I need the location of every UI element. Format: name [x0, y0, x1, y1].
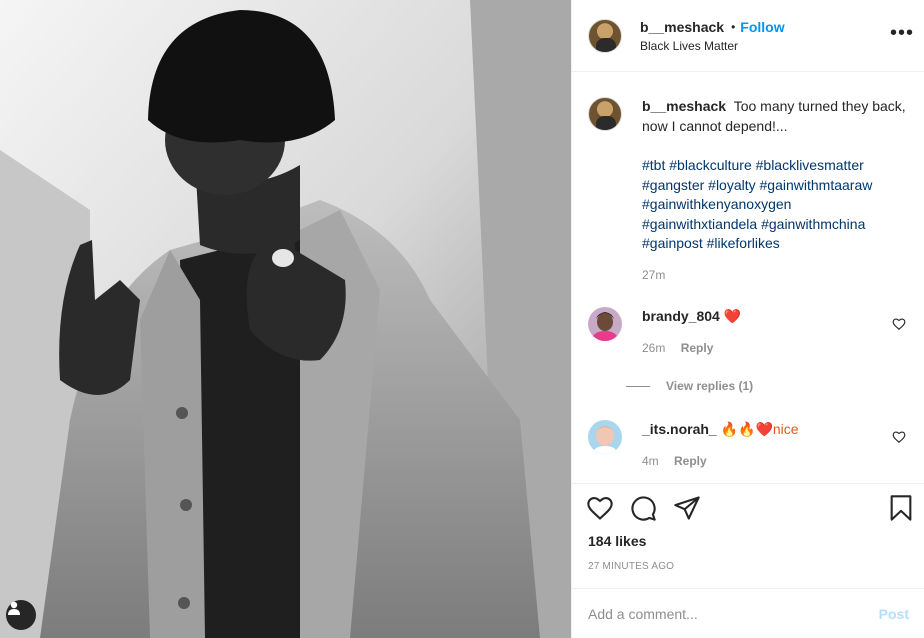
brandy-avatar-image	[588, 307, 622, 341]
view-replies-label: View replies (1)	[666, 379, 754, 393]
comment-body: brandy_804 ❤️ 26m Reply	[642, 307, 908, 357]
comment-icon	[631, 496, 656, 521]
caption-author[interactable]: b__meshack	[642, 98, 726, 114]
hashtag-line[interactable]: #gainpost #likeforlikes	[642, 234, 908, 254]
caption-block: b__meshack Too many turned they back, no…	[588, 97, 908, 285]
comment-time[interactable]: 26m	[642, 341, 665, 355]
like-comment-button[interactable]	[892, 317, 906, 336]
like-button[interactable]	[586, 494, 614, 527]
follow-button[interactable]: Follow	[740, 19, 784, 35]
caption-meta: 27m	[642, 266, 908, 286]
save-button[interactable]	[887, 494, 915, 527]
caption-body: b__meshack Too many turned they back, no…	[642, 97, 908, 285]
user-icon	[8, 601, 20, 615]
caption-time[interactable]: 27m	[642, 268, 665, 282]
hashtag-line[interactable]: #gangster #loyalty #gainwithmtaaraw	[642, 176, 908, 196]
post-comment-button[interactable]: Post	[879, 606, 909, 622]
hashtag-line[interactable]: #tbt #blackculture #blacklivesmatter	[642, 156, 908, 176]
commenter-username[interactable]: _its.norah_	[642, 421, 717, 437]
heart-outline-icon	[892, 431, 906, 444]
share-button[interactable]	[673, 494, 701, 527]
comment-item: _its.norah_ 🔥🔥❤️nice 4m Reply	[588, 420, 908, 468]
comment-button[interactable]	[629, 494, 657, 527]
comment-body: _its.norah_ 🔥🔥❤️nice 4m Reply	[642, 420, 908, 470]
view-replies-button[interactable]: View replies (1)	[626, 379, 753, 393]
comments-list[interactable]: b__meshack Too many turned they back, no…	[572, 73, 924, 483]
caption-author-avatar[interactable]	[588, 97, 622, 131]
commenter-username[interactable]: brandy_804	[642, 308, 720, 324]
post-side-panel: b__meshack • Follow Black Lives Matter •…	[571, 0, 924, 638]
action-icons	[586, 494, 916, 526]
more-options-icon[interactable]: •••	[890, 22, 914, 45]
add-comment-input[interactable]	[588, 606, 871, 622]
share-icon	[674, 496, 700, 520]
header-row: b__meshack • Follow	[640, 19, 785, 35]
likes-count[interactable]: 184 likes	[588, 533, 646, 549]
separator-dot: •	[731, 19, 736, 34]
comment-text: 🔥🔥❤️nice	[720, 421, 799, 437]
comment-composer: Post	[572, 588, 924, 638]
norah-avatar-image	[588, 420, 622, 454]
comment-time[interactable]: 4m	[642, 454, 659, 468]
post-timestamp[interactable]: 27 MINUTES AGO	[588, 561, 674, 572]
post-location[interactable]: Black Lives Matter	[640, 39, 785, 53]
reply-button[interactable]: Reply	[674, 454, 707, 468]
commenter-avatar[interactable]	[588, 420, 622, 454]
post-actions: 184 likes 27 MINUTES AGO Post	[572, 483, 924, 638]
comment-item: brandy_804 ❤️ 26m Reply	[588, 307, 908, 355]
comment-meta: 26m Reply	[642, 339, 908, 357]
hashtag-line[interactable]: #gainwithxtiandela #gainwithmchina	[642, 215, 908, 235]
heart-outline-icon	[892, 318, 906, 331]
post-header: b__meshack • Follow Black Lives Matter •…	[572, 0, 924, 72]
hashtag-line[interactable]: #gainwithkenyanoxygen	[642, 195, 908, 215]
photo-illustration	[0, 0, 571, 638]
tagged-user-button[interactable]	[6, 600, 36, 630]
like-comment-button[interactable]	[892, 430, 906, 449]
comment-text: ❤️	[723, 308, 742, 324]
divider-line	[626, 385, 650, 387]
header-text: b__meshack • Follow Black Lives Matter	[640, 19, 785, 53]
hashtag-list: #tbt #blackculture #blacklivesmatter #ga…	[642, 156, 908, 254]
reply-button[interactable]: Reply	[681, 341, 714, 355]
bookmark-icon	[890, 495, 912, 521]
comment-meta: 4m Reply	[642, 452, 908, 470]
post-photo[interactable]	[0, 0, 571, 638]
author-avatar[interactable]	[588, 18, 622, 53]
commenter-avatar[interactable]	[588, 307, 622, 341]
author-username[interactable]: b__meshack	[640, 19, 724, 35]
heart-icon	[587, 497, 613, 520]
